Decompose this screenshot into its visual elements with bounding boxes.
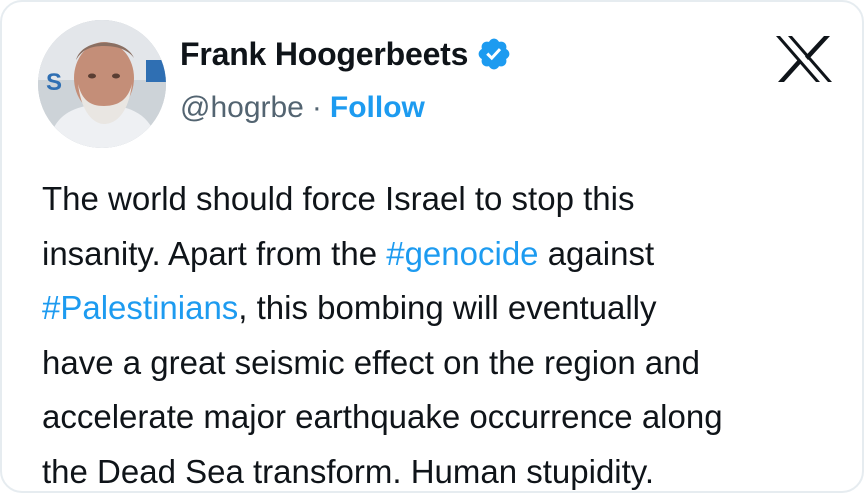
display-name[interactable]: Frank Hoogerbeets [180,36,468,73]
hashtag-link-palestinians[interactable]: #Palestinians [42,289,238,326]
x-logo-icon[interactable] [774,34,834,84]
tweet-line: #Palestinians, this bombing will eventua… [42,281,842,336]
hashtag-link-genocide[interactable]: #genocide [386,235,538,272]
avatar[interactable]: S [38,20,166,148]
tweet-card: S Frank Hoogerbeets @hogrbe · Follow The… [0,0,864,493]
tweet-text: The world should force Israel to stop th… [42,180,635,217]
tweet-line: have a great seismic effect on the regio… [42,336,842,391]
separator-dot: · [311,91,322,124]
tweet-text: insanity. Apart from the [42,234,387,272]
tweet-text: the Dead Sea transform. Human stupidity. [42,452,655,490]
tweet-text: have a great seismic effect on the regio… [42,343,700,381]
tweet-line: the Dead Sea transform. Human stupidity. [42,445,842,492]
author-name-row: Frank Hoogerbeets [180,30,512,78]
tweet-text: , this bombing will eventually [238,289,657,326]
tweet-text: accelerate major earthquake occurrence a… [42,398,723,435]
avatar-photo: S [38,20,166,148]
tweet-line: insanity. Apart from the #genocide again… [42,227,842,282]
tweet-body: The world should force Israel to stop th… [42,172,842,492]
tweet-line: accelerate major earthquake occurrence a… [42,390,842,445]
author-handle-row: @hogrbe · Follow [180,86,425,130]
tweet-text: against [538,234,655,272]
verified-badge-icon [476,36,512,72]
avatar-letter: S [46,69,62,96]
follow-button[interactable]: Follow [330,91,425,125]
tweet-line: The world should force Israel to stop th… [42,172,842,227]
handle[interactable]: @hogrbe [180,91,304,125]
